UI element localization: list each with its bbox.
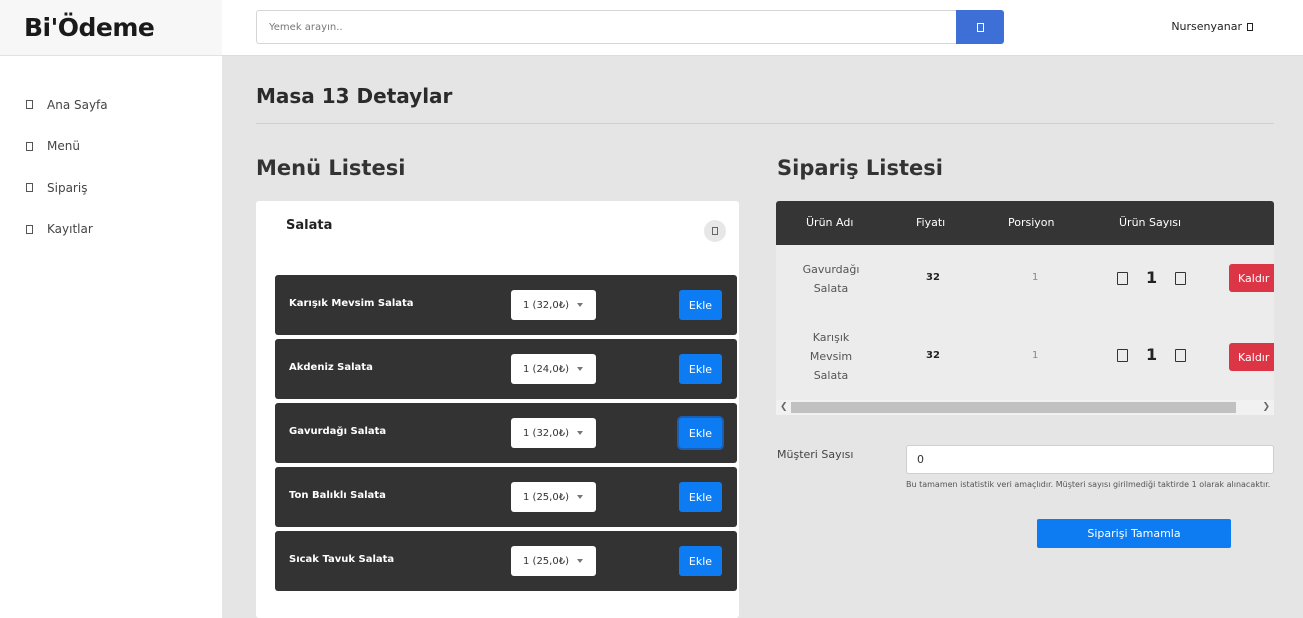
customers-label: Müşteri Sayısı xyxy=(777,448,854,461)
menu-card: Salata Karışık Mevsim Salata 1 (32,0₺) E… xyxy=(256,201,739,618)
caret-down-icon xyxy=(577,367,583,371)
sidebar-nav: Ana Sayfa Menü Sipariş Kayıtlar xyxy=(0,56,222,250)
portion-select-value: 1 (25,0₺) xyxy=(523,491,569,503)
customers-hint: Bu tamamen istatistik veri amaçlıdır. Mü… xyxy=(906,480,1271,489)
search-button[interactable] xyxy=(956,10,1004,44)
sidebar: Bi'Ödeme Ana Sayfa Menü Sipariş Kayıtlar xyxy=(0,0,222,618)
increase-quantity-button[interactable] xyxy=(1175,349,1186,362)
menu-item-name: Akdeniz Salata xyxy=(289,362,373,373)
user-name: Nursenyanar xyxy=(1171,20,1242,33)
collapse-icon xyxy=(712,227,718,235)
sidebar-item-siparis[interactable]: Sipariş xyxy=(0,167,222,209)
user-menu[interactable]: Nursenyanar xyxy=(1171,20,1253,33)
menu-item: Gavurdağı Salata 1 (32,0₺) Ekle xyxy=(275,403,737,463)
add-button[interactable]: Ekle xyxy=(679,290,722,320)
caret-down-icon xyxy=(577,559,583,563)
menu-item: Sıcak Tavuk Salata 1 (25,0₺) Ekle xyxy=(275,531,737,591)
order-item-portion: 1 xyxy=(1032,272,1039,283)
caret-down-icon xyxy=(577,303,583,307)
menu-list: Karışık Mevsim Salata 1 (32,0₺) Ekle Akd… xyxy=(275,275,737,595)
divider xyxy=(256,123,1274,124)
brand-logo[interactable]: Bi'Ödeme xyxy=(0,0,222,56)
caret-down-icon xyxy=(577,431,583,435)
menu-item: Ton Balıklı Salata 1 (25,0₺) Ekle xyxy=(275,467,737,527)
sidebar-item-menu[interactable]: Menü xyxy=(0,126,222,168)
chevron-down-icon xyxy=(1247,22,1253,31)
topbar: Nursenyanar xyxy=(222,0,1303,56)
horizontal-scrollbar[interactable]: ❮ ❯ xyxy=(776,400,1274,415)
add-button[interactable]: Ekle xyxy=(679,354,722,384)
order-item-name: Gavurdağı Salata xyxy=(802,263,860,295)
order-item-name: Karışık Mevsim Salata xyxy=(809,331,853,382)
menu-item: Karışık Mevsim Salata 1 (32,0₺) Ekle xyxy=(275,275,737,335)
sidebar-item-kayitlar[interactable]: Kayıtlar xyxy=(0,209,222,251)
portion-select[interactable]: 1 (25,0₺) xyxy=(511,546,596,576)
order-item-count: 1 xyxy=(1146,345,1158,364)
sidebar-item-ana-sayfa[interactable]: Ana Sayfa xyxy=(0,84,222,126)
menu-item-name: Sıcak Tavuk Salata xyxy=(289,554,395,565)
collapse-button[interactable] xyxy=(704,220,726,242)
remove-button[interactable]: Kaldır xyxy=(1229,343,1274,371)
add-button[interactable]: Ekle xyxy=(679,482,722,512)
increase-quantity-button[interactable] xyxy=(1175,272,1186,285)
menu-item-name: Ton Balıklı Salata xyxy=(289,490,386,501)
portion-select[interactable]: 1 (25,0₺) xyxy=(511,482,596,512)
order-item-price: 32 xyxy=(926,272,940,283)
scroll-left-icon[interactable]: ❮ xyxy=(780,402,788,412)
portion-select-value: 1 (24,0₺) xyxy=(523,363,569,375)
order-icon xyxy=(26,183,33,193)
portion-select[interactable]: 1 (32,0₺) xyxy=(511,418,596,448)
table-row: Karışık Mevsim Salata 32 1 1 Kaldır xyxy=(776,327,1274,397)
menu-item-name: Gavurdağı Salata xyxy=(289,426,387,437)
customers-input[interactable] xyxy=(906,445,1274,474)
sidebar-item-label: Kayıtlar xyxy=(47,222,93,237)
order-item-portion: 1 xyxy=(1032,350,1039,361)
portion-select-value: 1 (32,0₺) xyxy=(523,427,569,439)
table-header: Ürün Adı Fiyatı Porsiyon Ürün Sayısı xyxy=(776,201,1274,245)
search-icon xyxy=(976,22,984,32)
menu-section-title: Menü Listesi xyxy=(256,156,406,180)
complete-order-button[interactable]: Siparişi Tamamla xyxy=(1037,519,1231,548)
add-button[interactable]: Ekle xyxy=(679,418,722,448)
menu-icon xyxy=(26,141,33,151)
portion-select[interactable]: 1 (24,0₺) xyxy=(511,354,596,384)
caret-down-icon xyxy=(577,495,583,499)
sidebar-item-label: Menü xyxy=(47,139,80,154)
menu-item-name: Karışık Mevsim Salata xyxy=(289,298,414,309)
records-icon xyxy=(26,224,33,234)
decrease-quantity-button[interactable] xyxy=(1117,272,1128,285)
order-section-title: Sipariş Listesi xyxy=(777,156,943,180)
search-input[interactable] xyxy=(256,10,956,44)
table-row: Gavurdağı Salata 32 1 1 Kaldır xyxy=(776,253,1274,323)
portion-select-value: 1 (25,0₺) xyxy=(523,555,569,567)
sidebar-item-label: Sipariş xyxy=(47,180,88,195)
home-icon xyxy=(26,100,33,110)
order-table: Ürün Adı Fiyatı Porsiyon Ürün Sayısı Gav… xyxy=(776,201,1274,415)
menu-item: Akdeniz Salata 1 (24,0₺) Ekle xyxy=(275,339,737,399)
scroll-right-icon[interactable]: ❯ xyxy=(1262,402,1270,412)
page-title: Masa 13 Detaylar xyxy=(256,84,453,108)
decrease-quantity-button[interactable] xyxy=(1117,349,1128,362)
portion-select[interactable]: 1 (32,0₺) xyxy=(511,290,596,320)
column-header-portion: Porsiyon xyxy=(1008,216,1055,229)
column-header-price: Fiyatı xyxy=(916,216,946,229)
column-header-count: Ürün Sayısı xyxy=(1119,216,1182,229)
order-item-price: 32 xyxy=(926,350,940,361)
order-item-count: 1 xyxy=(1146,268,1158,287)
column-header-name: Ürün Adı xyxy=(806,216,854,229)
remove-button[interactable]: Kaldır xyxy=(1229,264,1274,292)
portion-select-value: 1 (32,0₺) xyxy=(523,299,569,311)
scrollbar-thumb[interactable] xyxy=(791,402,1236,413)
add-button[interactable]: Ekle xyxy=(679,546,722,576)
sidebar-item-label: Ana Sayfa xyxy=(47,97,108,112)
category-title: Salata xyxy=(286,218,333,233)
search-bar xyxy=(256,10,1004,44)
